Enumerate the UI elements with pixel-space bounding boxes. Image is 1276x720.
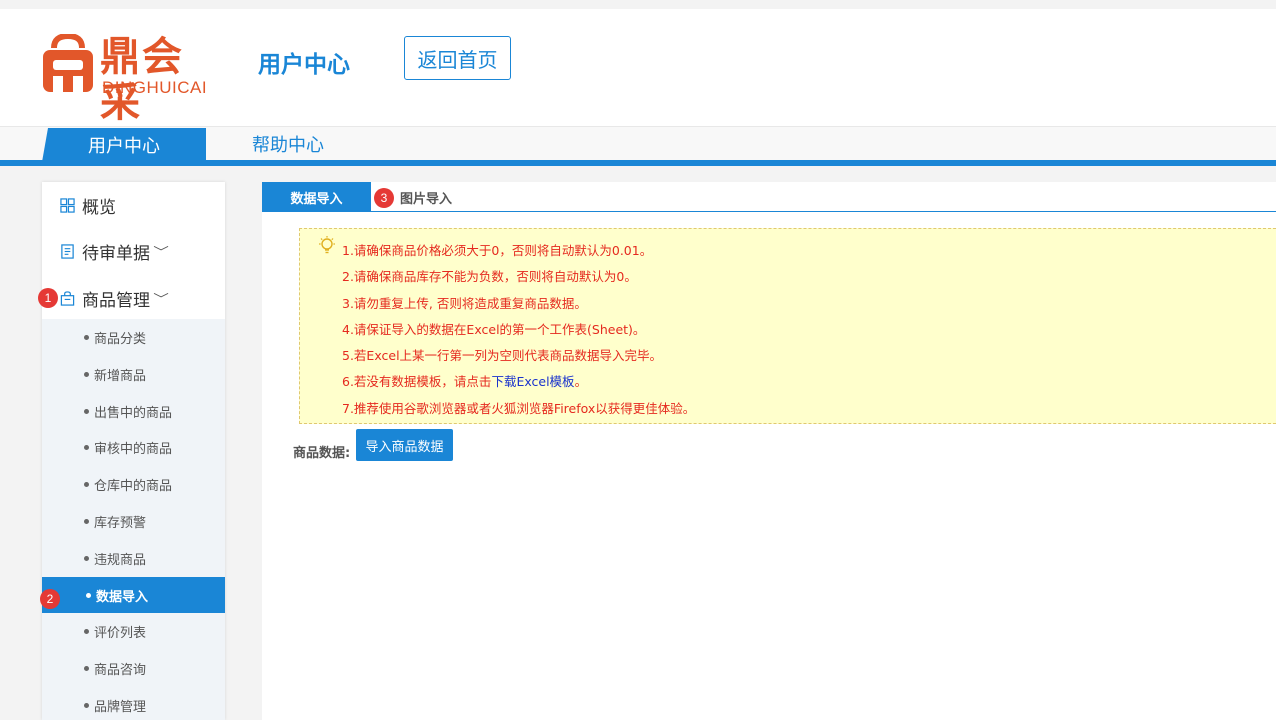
grid-icon [60,197,75,213]
sidebar-item-label: 概览 [82,197,116,218]
tab-data-import[interactable]: 数据导入 [262,182,371,212]
step-badge: 3 [374,188,394,208]
import-tabs: 数据导入 图片导入 [262,182,1276,212]
sidebar-subitem-on-sale[interactable]: 出售中的商品 [42,393,225,430]
sidebar-subitem-violations[interactable]: 违规商品 [42,540,225,577]
main-content: 数据导入 图片导入 1.请确保商品价格必须大于0，否则将自动默认为0.01。 2… [262,182,1276,720]
lightbulb-icon [319,236,335,254]
notice-line-tail: 。 [574,374,588,389]
header: 鼎会采 DINGHUICAI 用户中心 返回首页 [0,9,1276,126]
notice-line: 1.请确保商品价格必须大于0，否则将自动默认为0.01。 [342,243,653,258]
sidebar-subitem-label: 数据导入 [96,590,149,605]
sidebar-item-label: 商品管理 [82,290,150,311]
bullet-icon [86,593,91,598]
sidebar-subitem-label: 出售中的商品 [94,406,173,421]
notice-line: 5.若Excel上某一行第一列为空则代表商品数据导入完毕。 [342,348,663,363]
notice-line: 6.若没有数据模板，请点击下载Excel模板。 [342,371,587,390]
notice-line: 3.请勿重复上传, 否则将造成重复商品数据。 [342,296,587,311]
bullet-icon [84,445,89,450]
sidebar-subitem-label: 商品分类 [94,332,147,347]
sidebar-subitem-label: 评价列表 [94,626,147,641]
sidebar-subitem-in-warehouse[interactable]: 仓库中的商品 [42,466,225,503]
sidebar: 概览 待审单据 ﹀ 商品管理 ﹀ 商品分类 新增商品 出售中的商品 审核中的商品… [42,182,225,720]
sidebar-item-overview[interactable]: 概览 [42,185,225,225]
sidebar-item-label: 待审单据 [82,243,150,264]
sidebar-subitem-label: 审核中的商品 [94,442,173,457]
bag-icon [60,290,75,306]
chevron-down-icon: ﹀ [153,291,169,306]
page-title: 用户中心 [258,52,350,78]
download-template-link[interactable]: 下载Excel模板 [491,374,574,389]
nav-tab-user-center[interactable]: 用户中心 [42,128,206,162]
document-icon [61,243,74,259]
chevron-down-icon: ﹀ [153,244,169,259]
bullet-icon [84,519,89,524]
sidebar-subitem-label: 仓库中的商品 [94,479,173,494]
logo-subtext: DINGHUICAI [102,78,208,97]
sidebar-subitem-inquiries[interactable]: 商品咨询 [42,650,225,687]
sidebar-subitem-new-product[interactable]: 新增商品 [42,356,225,393]
sidebar-subitem-product-category[interactable]: 商品分类 [42,319,225,356]
sidebar-subitem-stock-alert[interactable]: 库存预警 [42,503,225,540]
home-button[interactable]: 返回首页 [404,36,511,80]
top-strip [0,0,1276,9]
upload-label: 商品数据: [293,446,351,461]
logo[interactable]: 鼎会采 DINGHUICAI [40,34,225,126]
notice-line-text: 6.若没有数据模板，请点击 [342,374,492,389]
bullet-icon [84,482,89,487]
sidebar-subitem-label: 新增商品 [94,369,147,384]
bullet-icon [84,629,89,634]
bullet-icon [84,335,89,340]
sidebar-subitem-label: 商品咨询 [94,663,147,678]
nav-tab-help-center[interactable]: 帮助中心 [228,128,348,160]
import-product-data-button[interactable]: 导入商品数据 [356,429,453,461]
notice-line: 7.推荐使用谷歌浏览器或者火狐浏览器Firefox以获得更佳体验。 [342,401,696,416]
notice-box: 1.请确保商品价格必须大于0，否则将自动默认为0.01。 2.请确保商品库存不能… [299,228,1276,424]
bullet-icon [84,372,89,377]
sidebar-subitem-reviews[interactable]: 评价列表 [42,613,225,650]
notice-line: 2.请确保商品库存不能为负数，否则将自动默认为0。 [342,269,637,284]
sidebar-subitem-data-import[interactable]: 数据导入 [42,577,225,614]
bullet-icon [84,409,89,414]
bullet-icon [84,666,89,671]
step-badge: 1 [38,288,58,308]
tab-image-import[interactable]: 图片导入 [400,182,452,212]
sidebar-subitem-label: 违规商品 [94,553,147,568]
sidebar-subitem-label: 库存预警 [94,516,147,531]
step-badge: 2 [40,589,60,609]
sidebar-item-product-management[interactable]: 商品管理 ﹀ [42,278,225,318]
bullet-icon [84,703,89,708]
bullet-icon [84,556,89,561]
sidebar-subitem-label: 品牌管理 [94,700,147,715]
sidebar-item-pending-docs[interactable]: 待审单据 ﹀ [42,231,225,271]
notice-line: 4.请保证导入的数据在Excel的第一个工作表(Sheet)。 [342,322,646,337]
bag-logo-icon [43,34,93,92]
sidebar-subitem-under-review[interactable]: 审核中的商品 [42,429,225,466]
sidebar-subitem-brands[interactable]: 品牌管理 [42,687,225,720]
